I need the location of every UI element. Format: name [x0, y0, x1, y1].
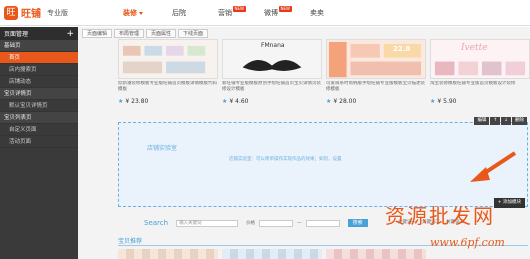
move-down-button[interactable]: ↓ — [501, 117, 511, 125]
add-module-button[interactable]: + 添加模块 — [493, 198, 525, 208]
module-title: 店铺实验室 — [147, 145, 178, 152]
price-max-input[interactable] — [305, 219, 340, 227]
nav-label: 卖卖 — [310, 9, 324, 17]
search-button[interactable]: 搜索 — [347, 219, 368, 227]
main-nav: 装修 后院 营销 NEW 微博 NEW 卖卖 — [110, 0, 340, 26]
product-price: ★ ¥ 5.90 — [430, 98, 457, 105]
price-to-label: — — [297, 220, 302, 226]
product-title: 新旺铺专业版模板原创手绘旺铺首页宝贝详情页装修设计模板 — [222, 81, 321, 92]
group-label: 宝贝列表页 — [4, 115, 32, 121]
recommend-grid — [118, 249, 430, 259]
sidebar-item-custom[interactable]: 自定义页面 — [0, 124, 78, 136]
product-title: 可爱萌系时尚韩版手绘旺铺专业版模板宝贝描述装修模板 — [326, 81, 425, 92]
nav-item-backyard[interactable]: 后院 — [156, 0, 202, 26]
price-min-input[interactable] — [259, 219, 294, 227]
tab-properties[interactable]: 页面属性 — [146, 29, 177, 38]
new-badge: NEW — [232, 6, 246, 12]
page-tabs: 页面编辑 布局管理 页面属性 下线页面 — [82, 29, 210, 38]
product-card[interactable]: FMnana 新旺铺专业版模板原创手绘旺铺首页宝贝详情页装修设计模板 ★ ¥ 4.… — [222, 39, 322, 105]
recommend-thumb[interactable] — [326, 249, 426, 259]
nav-label: 微博 — [264, 9, 278, 17]
nav-item-marketing[interactable]: 营销 NEW — [202, 0, 248, 26]
sidebar-title: 页面管理 — [4, 31, 29, 38]
sidebar-header: 页面管理 + — [0, 27, 78, 40]
arrow-annotation — [470, 151, 517, 182]
sidebar-group-detail[interactable]: 宝贝详情页 — [0, 88, 78, 100]
nav-label: 后院 — [172, 9, 186, 17]
tab-offline[interactable]: 下线页面 — [178, 29, 209, 38]
product-thumb: Ivette — [430, 39, 530, 79]
search-label: Search — [144, 219, 169, 227]
module-text: 店铺实验室：可以简单操作实现作品的效果；如何，设置 — [229, 157, 342, 162]
recommend-thumb[interactable] — [118, 249, 218, 259]
product-title: 欣新潘装修模板专业版旺铺首页模板详情模板代码模板 — [118, 81, 217, 92]
price-value: 23.80 — [131, 98, 149, 105]
nav-item-weibo[interactable]: 微博 NEW — [248, 0, 294, 26]
sidebar-item-search[interactable]: 店内搜索页 — [0, 64, 78, 76]
price-value: 28.00 — [339, 98, 357, 105]
product-thumb: 22.8 — [326, 39, 426, 79]
price-label: 价格 — [246, 221, 256, 226]
recommend-thumb[interactable] — [222, 249, 322, 259]
sidebar-item-activity[interactable]: 活动页面 — [0, 136, 78, 148]
thumb-text: 22.8 — [393, 45, 411, 53]
group-label: 基础页 — [4, 43, 21, 49]
search-bar: Search 输入关键词 价格 — 搜索 — [144, 219, 368, 227]
chevron-down-icon — [139, 11, 143, 15]
product-price: ★ ¥ 23.80 — [118, 98, 149, 105]
sidebar-item-home[interactable]: 首页 — [0, 52, 78, 64]
nav-item-decorate[interactable]: 装修 — [110, 0, 156, 26]
product-title: 淘宝装修模板旺铺专业版首页模板设计装修 — [430, 81, 516, 86]
search-input[interactable]: 输入关键词 — [176, 219, 239, 227]
new-badge: NEW — [278, 6, 292, 12]
thumb-text: FMnana — [261, 42, 285, 49]
star-icon: ★ — [222, 98, 228, 105]
sidebar: 页面管理 + 基础页 首页 店内搜索页 店铺动态 宝贝详情页 默认宝贝详情页 宝… — [0, 27, 78, 259]
sidebar-group-basic[interactable]: 基础页 — [0, 40, 78, 52]
product-card[interactable]: Ivette 淘宝装修模板旺铺专业版首页模板设计装修 ★ ¥ 5.90 — [430, 39, 530, 105]
product-card[interactable]: 22.8 可爱萌系时尚韩版手绘旺铺专业版模板宝贝描述装修模板 ★ ¥ 28.00 — [326, 39, 426, 105]
delete-button[interactable]: 删除 — [512, 117, 527, 125]
module-toolbar: 编辑 ↑ ↓ 删除 — [473, 117, 527, 125]
sidebar-group-list[interactable]: 宝贝列表页 — [0, 112, 78, 124]
price-value: 4.60 — [235, 98, 249, 105]
nav-label: 营销 — [218, 9, 232, 17]
logo-mark: 旺 — [4, 5, 18, 20]
product-grid: 欣新潘装修模板专业版旺铺首页模板详情模板代码模板 ★ ¥ 23.80 FMnana… — [118, 39, 530, 105]
tab-layout[interactable]: 布局管理 — [114, 29, 145, 38]
edition-label: 专业版 — [47, 8, 68, 17]
product-thumb: FMnana — [222, 39, 322, 79]
product-thumb — [118, 39, 218, 79]
nav-item-sell[interactable]: 卖卖 — [294, 0, 340, 26]
move-up-button[interactable]: ↑ — [490, 117, 501, 125]
watermark-text: 资源批发网 — [385, 204, 495, 228]
recommend-title: 宝贝推荐 — [118, 238, 143, 245]
sidebar-item-feed[interactable]: 店铺动态 — [0, 76, 78, 88]
product-price: ★ ¥ 28.00 — [326, 98, 357, 105]
star-icon: ★ — [430, 98, 436, 105]
logo-text: 旺铺 — [21, 9, 41, 20]
top-bar: 旺 旺铺 专业版 装修 后院 营销 NEW 微博 NEW 卖卖 — [0, 0, 530, 26]
star-icon: ★ — [326, 98, 332, 105]
edit-button[interactable]: 编辑 — [474, 117, 490, 125]
product-card[interactable]: 欣新潘装修模板专业版旺铺首页模板详情模板代码模板 ★ ¥ 23.80 — [118, 39, 218, 105]
logo[interactable]: 旺 旺铺 专业版 — [4, 5, 68, 20]
nav-label: 装修 — [123, 9, 137, 17]
tab-page-edit[interactable]: 页面编辑 — [82, 29, 113, 38]
star-icon: ★ — [118, 98, 124, 105]
sidebar-item-default-detail[interactable]: 默认宝贝详情页 — [0, 100, 78, 112]
watermark-url: www.6pf.com — [430, 236, 505, 249]
product-price: ★ ¥ 4.60 — [222, 98, 249, 105]
add-page-icon[interactable]: + — [66, 29, 74, 39]
thumb-text: Ivette — [461, 43, 488, 53]
price-value: 5.90 — [443, 98, 457, 105]
group-label: 宝贝详情页 — [4, 91, 32, 97]
